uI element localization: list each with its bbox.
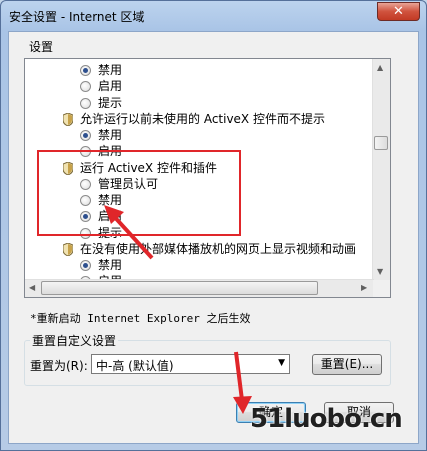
scroll-up-icon[interactable]: ▲ — [377, 63, 383, 72]
watermark-logo: 51luobo.cn — [250, 404, 403, 434]
reset-level-value: 中-高 (默认值) — [96, 359, 174, 373]
scrollbar-corner — [373, 280, 390, 297]
reset-to-label: 重置为(R): — [30, 359, 88, 373]
window-title: 安全设置 - Internet 区域 — [9, 10, 145, 24]
scroll-left-icon[interactable]: ◀ — [29, 283, 35, 292]
horizontal-scroll-thumb[interactable] — [41, 281, 318, 295]
shield-icon — [63, 112, 73, 126]
radio-checked-icon[interactable] — [80, 65, 91, 76]
horizontal-scrollbar[interactable]: ◀ ▶ — [25, 279, 374, 297]
close-button[interactable]: ✕ — [377, 2, 420, 21]
setting-header-label: 在没有使用外部媒体播放机的网页上显示视频和动画 — [80, 241, 357, 256]
radio-checked-icon[interactable] — [80, 130, 91, 141]
radio-label: 禁用 — [98, 258, 123, 272]
radio-icon[interactable] — [80, 97, 91, 109]
vertical-scroll-thumb[interactable] — [374, 136, 388, 150]
radio-label: 禁用 — [98, 63, 123, 77]
radio-label: 禁用 — [98, 128, 123, 142]
shield-icon — [63, 242, 73, 256]
settings-label: 设置 — [29, 40, 54, 54]
reset-button[interactable]: 重置(E)... — [312, 354, 382, 375]
scroll-right-icon[interactable]: ▶ — [361, 283, 367, 292]
setting-header-label: 允许运行以前未使用的 ActiveX 控件而不提示 — [80, 111, 325, 126]
vertical-scrollbar[interactable]: ▲ ▼ — [372, 59, 390, 281]
reset-group-title: 重置自定义设置 — [30, 332, 119, 349]
highlight-annotation — [37, 150, 241, 236]
chevron-down-icon: ▼ — [278, 358, 285, 368]
restart-note: *重新启动 Internet Explorer 之后生效 — [30, 312, 251, 325]
scroll-down-icon[interactable]: ▼ — [377, 267, 383, 276]
radio-icon[interactable] — [80, 81, 91, 93]
title-bar[interactable]: 安全设置 - Internet 区域 ✕ — [1, 1, 426, 31]
reset-level-select[interactable]: 中-高 (默认值) ▼ — [91, 354, 290, 374]
radio-label: 启用 — [98, 79, 123, 94]
radio-checked-icon[interactable] — [80, 260, 91, 271]
radio-label: 提示 — [98, 95, 123, 110]
